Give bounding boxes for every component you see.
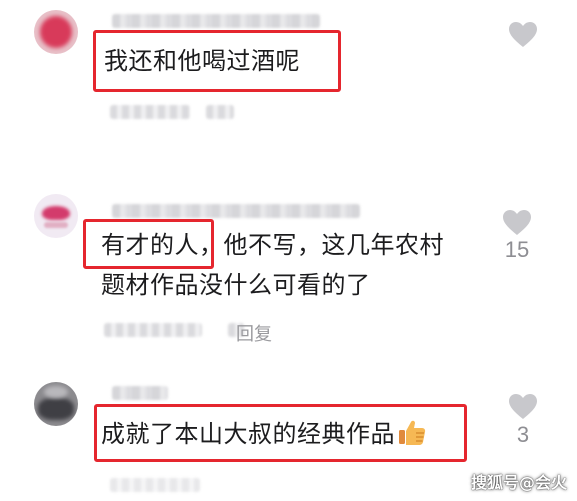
username-redacted[interactable] xyxy=(112,204,360,218)
comment-text: 我还和他喝过酒呢 xyxy=(104,44,300,78)
heart-icon[interactable] xyxy=(508,21,538,48)
comment-text-line: 我还和他喝过酒呢 xyxy=(104,47,300,75)
watermark: 搜狐号@会火 xyxy=(470,473,567,492)
like-count: 15 xyxy=(504,237,530,262)
reply-button[interactable]: 回复 xyxy=(236,320,272,346)
heart-icon[interactable] xyxy=(508,393,538,420)
timestamp-redacted xyxy=(104,323,202,337)
comment-text-line: 题材作品没什么可看的了 xyxy=(101,271,371,299)
reply-button-redacted[interactable] xyxy=(206,105,234,119)
heart-icon[interactable] xyxy=(502,209,532,236)
like-count: 3 xyxy=(516,422,530,447)
username-redacted[interactable] xyxy=(112,386,168,400)
comment-text: 有才的人，他不写，这几年农村 题材作品没什么可看的了 xyxy=(101,228,444,302)
comment-text: 成就了本山大叔的经典作品 xyxy=(101,417,427,451)
avatar[interactable] xyxy=(34,382,78,426)
avatar[interactable] xyxy=(34,194,78,238)
username-redacted[interactable] xyxy=(112,14,320,28)
avatar[interactable] xyxy=(34,10,78,54)
timestamp-redacted xyxy=(110,478,200,492)
thumbs-up-emoji xyxy=(399,420,426,445)
comment-text-line: 成就了本山大叔的经典作品 xyxy=(101,420,395,448)
comment-text-line: 有才的人，他不写，这几年农村 xyxy=(101,231,444,259)
timestamp-redacted xyxy=(110,105,190,119)
